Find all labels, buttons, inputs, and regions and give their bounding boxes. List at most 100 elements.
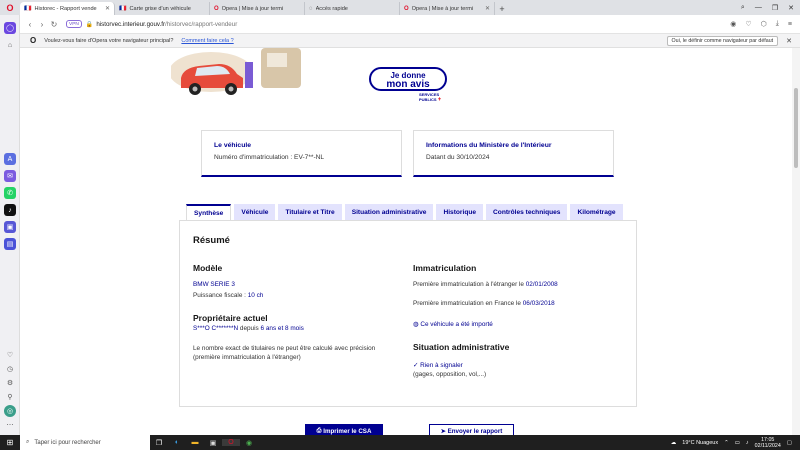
how-to-link[interactable]: Comment faire cela ?: [181, 38, 233, 44]
tab-kilometrage[interactable]: Kilométrage: [570, 204, 623, 220]
tab-close-icon[interactable]: ✕: [485, 5, 490, 12]
feedback-line2: mon avis: [386, 79, 430, 90]
tab-close-icon[interactable]: ✕: [105, 5, 110, 12]
edge-icon[interactable]: ◐: [168, 439, 186, 446]
tab-title: Opera | Mise à jour termi: [221, 5, 284, 12]
settings-icon[interactable]: ⚙: [4, 377, 16, 389]
task-view-icon[interactable]: ❐: [150, 439, 168, 447]
url-domain: historvec.interieur.gouv.fr: [96, 20, 166, 28]
tab-controles-techniques[interactable]: Contrôles techniques: [486, 204, 568, 220]
tab-situation-administrative[interactable]: Situation administrative: [344, 204, 434, 220]
ministry-card: Informations du Ministère de l'Intérieur…: [413, 130, 614, 177]
feedback-button[interactable]: Je donne mon avis: [369, 67, 447, 91]
reload-icon[interactable]: ↻: [48, 20, 60, 29]
file-explorer-icon[interactable]: ▬: [186, 439, 204, 446]
default-browser-bar: O Voulez-vous faire d'Opera votre naviga…: [20, 34, 800, 48]
easy-setup-icon[interactable]: ≡: [788, 21, 792, 28]
first-france-registration: Première immatriculation en France le 06…: [413, 300, 555, 307]
owner-since-label: depuis: [238, 325, 261, 332]
workspaces-icon[interactable]: ▤: [4, 238, 16, 250]
tab-favicon: ◌: [309, 5, 313, 12]
store-icon[interactable]: ▣: [204, 439, 222, 447]
notification-close-icon[interactable]: ✕: [786, 37, 792, 45]
ministry-card-title: Informations du Ministère de l'Intérieur: [426, 142, 552, 149]
tab-historique[interactable]: Historique: [436, 204, 484, 220]
vehicle-card-value: Numéro d'immatriculation : EV-7**-NL: [214, 154, 325, 161]
pinboard-icon[interactable]: ⚲: [4, 391, 16, 403]
weather-text[interactable]: 19°C Nuageux: [682, 440, 718, 446]
volume-icon[interactable]: ♪: [746, 440, 749, 446]
crypto-icon[interactable]: ◎: [4, 405, 16, 417]
history-icon[interactable]: ◷: [4, 363, 16, 375]
messenger-icon[interactable]: ✉: [4, 170, 16, 182]
scrollbar-thumb[interactable]: [794, 88, 798, 168]
browser-tab-historec[interactable]: 🇫🇷 Historec - Rapport vende ✕: [20, 2, 115, 15]
browser-tab-opera-update[interactable]: O Opera | Mise à jour termi: [210, 2, 305, 15]
forward-icon[interactable]: ›: [36, 20, 48, 29]
tab-synthese[interactable]: Synthèse: [186, 204, 232, 221]
back-icon[interactable]: ‹: [24, 20, 36, 29]
chrome-icon[interactable]: ◉: [240, 439, 258, 447]
network-icon[interactable]: ▭: [735, 440, 740, 446]
send-icon: ➤: [440, 427, 448, 435]
tab-title: Opera | Mise à jour termi: [411, 5, 474, 12]
url-field[interactable]: historvec.interieur.gouv.fr/historvec/ra…: [96, 21, 237, 28]
printer-icon: ⎙: [316, 427, 324, 434]
owner-line: S***O C*******N depuis 6 ans et 8 mois: [193, 325, 304, 332]
bookmark-heart-icon[interactable]: ♡: [745, 20, 751, 28]
minimize-icon[interactable]: —: [755, 4, 762, 11]
download-icon[interactable]: ⤓: [776, 20, 779, 28]
opera-taskbar-icon[interactable]: O: [222, 439, 240, 446]
address-bar: ‹ › ↻ VPN 🔒 historvec.interieur.gouv.fr/…: [0, 15, 800, 34]
home-icon[interactable]: ⌂: [4, 39, 16, 51]
send-label: Envoyer le rapport: [447, 427, 503, 435]
tab-title: Historec - Rapport vende: [34, 5, 97, 12]
owner-since: 6 ans et 8 mois: [260, 325, 304, 332]
extensions-icon[interactable]: ⬡: [761, 20, 767, 28]
player-icon[interactable]: ▣: [4, 221, 16, 233]
tray-chevron-icon[interactable]: ⌃: [724, 440, 729, 446]
search-placeholder: Taper ici pour rechercher: [34, 439, 101, 446]
set-default-button[interactable]: Oui, le définir comme navigateur par déf…: [666, 35, 779, 46]
tab-vehicule[interactable]: Véhicule: [234, 204, 276, 220]
first-france-date: 06/03/2018: [522, 300, 555, 307]
close-window-icon[interactable]: ✕: [788, 4, 794, 12]
tab-titulaire[interactable]: Titulaire et Titre: [278, 204, 342, 220]
weather-cloud-icon[interactable]: ☁: [671, 440, 677, 446]
first-foreign-label: Première immatriculation à l'étranger le: [413, 281, 526, 288]
aria-icon[interactable]: ◯: [4, 22, 16, 34]
nothing-text: Rien à signaler: [420, 362, 463, 369]
maximize-icon[interactable]: ❐: [772, 4, 778, 12]
vpn-badge[interactable]: VPN: [66, 20, 82, 28]
print-csa-button[interactable]: ⎙ Imprimer le CSA: [305, 424, 383, 435]
vehicle-card: Le véhicule Numéro d'immatriculation : E…: [201, 130, 402, 177]
synthese-panel: Résumé Modèle BMW SERIE 3 Puissance fisc…: [179, 220, 637, 407]
heart-icon[interactable]: ♡: [4, 349, 16, 361]
lock-icon[interactable]: 🔒: [86, 21, 93, 28]
browser-tab-opera-update-2[interactable]: O Opera | Mise à jour termi ✕: [400, 2, 495, 15]
more-icon[interactable]: ⋯: [4, 419, 16, 431]
search-icon: ⌕: [26, 439, 30, 445]
browser-tab-carte-grise[interactable]: 🇫🇷 Carte grise d'un véhicule: [115, 2, 210, 15]
opera-menu-icon[interactable]: O: [0, 0, 20, 15]
nothing-line: ✓ Rien à signaler: [413, 361, 463, 369]
search-tabs-icon[interactable]: ⌕: [741, 4, 745, 12]
model-value: BMW SERIE 3: [193, 281, 235, 288]
tiktok-icon[interactable]: ♪: [4, 204, 16, 216]
print-label: Imprimer le CSA: [323, 427, 372, 435]
first-france-label: Première immatriculation en France le: [413, 300, 523, 307]
clock[interactable]: 17:05 02/11/2024: [755, 437, 781, 449]
owner-heading: Propriétaire actuel: [193, 313, 268, 323]
summary-title: Résumé: [193, 235, 230, 246]
new-tab-plus-icon[interactable]: +: [495, 2, 509, 15]
notifications-icon[interactable]: ▢: [787, 440, 792, 446]
browser-tab-speed-dial[interactable]: ◌ Accès rapide: [305, 2, 400, 15]
app-store-icon[interactable]: A: [4, 153, 16, 165]
taskbar-search[interactable]: ⌕ Taper ici pour rechercher: [20, 435, 150, 450]
camera-icon[interactable]: ◉: [730, 20, 736, 28]
tab-favicon: 🇫🇷: [119, 6, 127, 12]
tab-title: Accès rapide: [315, 5, 348, 12]
whatsapp-icon[interactable]: ✆: [4, 187, 16, 199]
send-report-button[interactable]: ➤ Envoyer le rapport: [429, 424, 514, 435]
windows-start-icon[interactable]: ⊞: [0, 438, 20, 447]
